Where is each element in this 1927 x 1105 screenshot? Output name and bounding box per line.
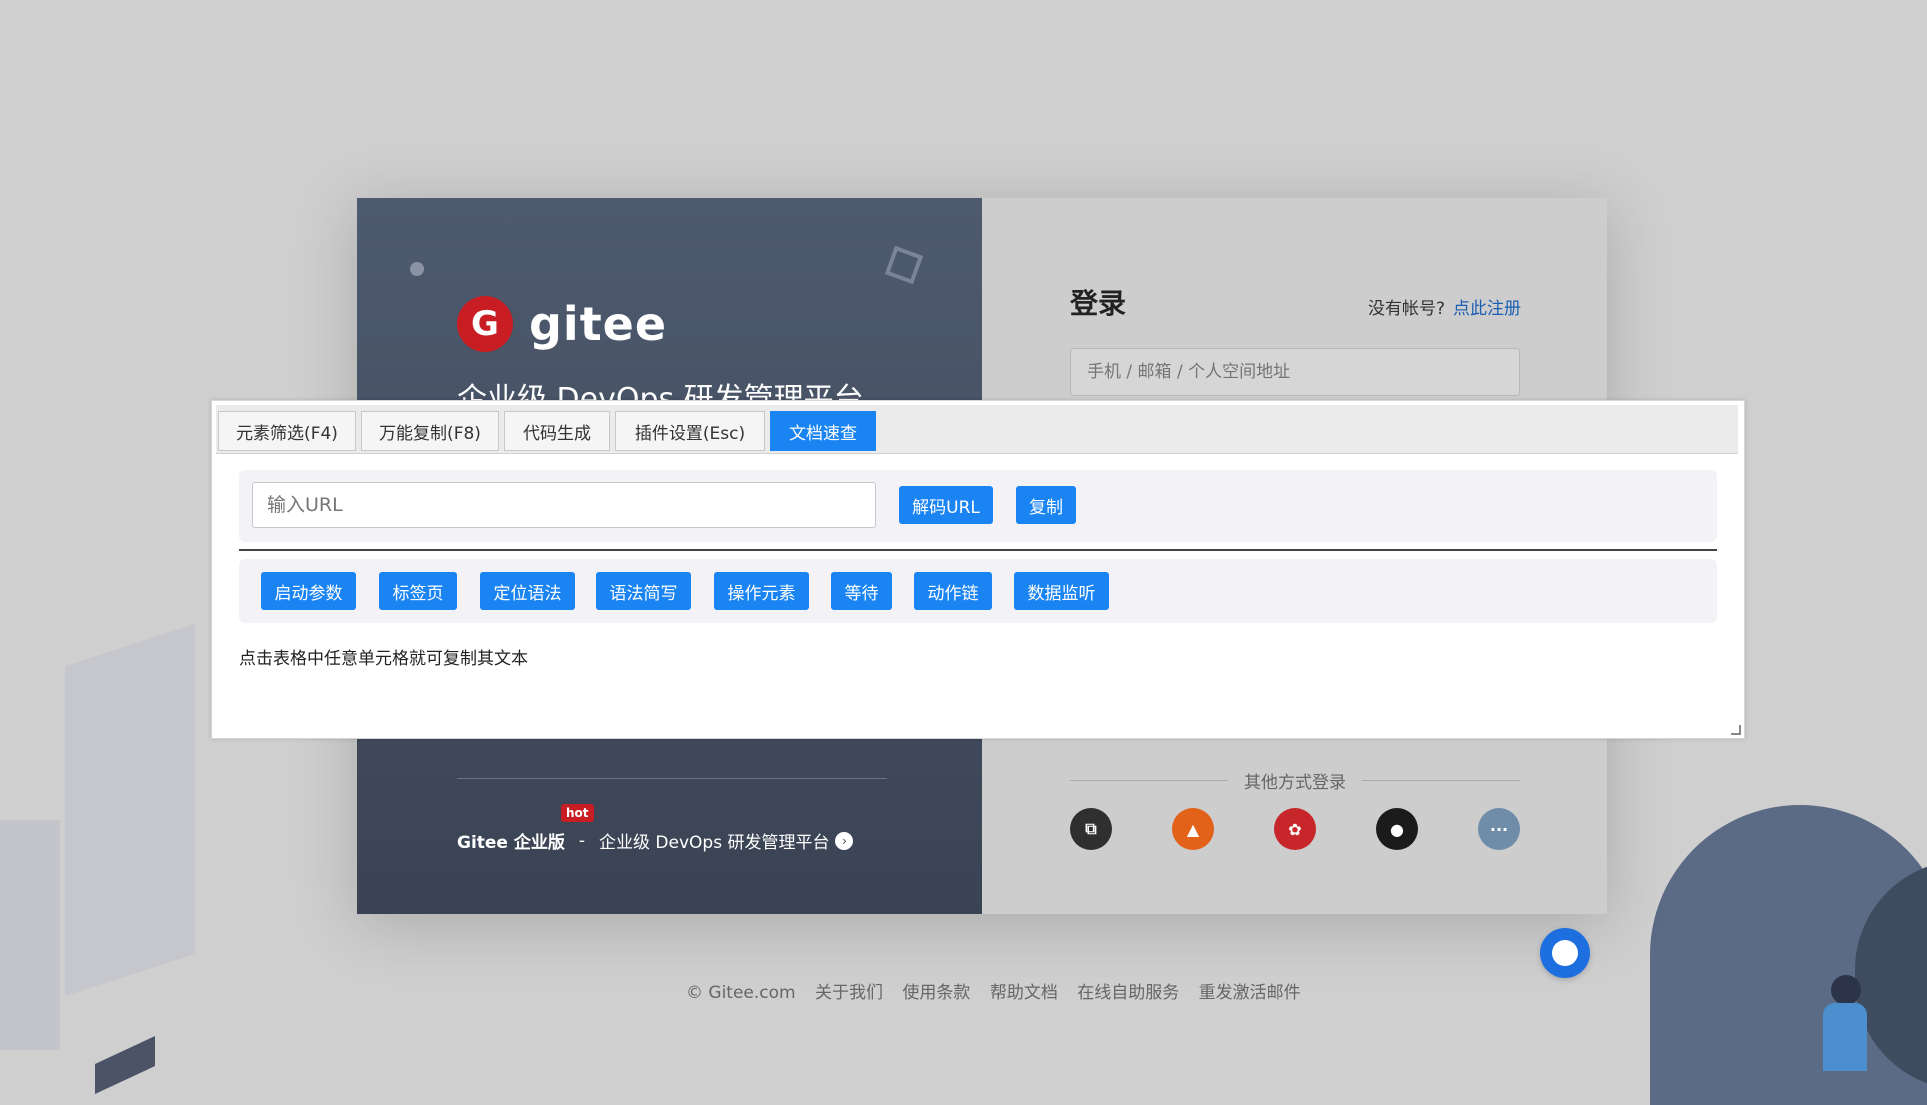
no-account-text: 没有帐号? [1367, 299, 1445, 319]
decorative-diamond [884, 245, 924, 285]
doc-button-action-chain[interactable]: 动作链 [914, 572, 992, 610]
doc-button-launch-args[interactable]: 启动参数 [261, 572, 356, 610]
enterprise-dash: - [578, 830, 586, 851]
gitee-logo-icon: G [457, 296, 513, 352]
copyright: © Gitee.com [686, 983, 796, 1003]
tab-plugin-settings[interactable]: 插件设置(Esc) [615, 411, 765, 451]
footer-link-terms[interactable]: 使用条款 [902, 983, 970, 1003]
resize-handle[interactable] [1731, 725, 1741, 735]
copy-hint: 点击表格中任意单元格就可复制其文本 [239, 649, 528, 669]
footer: © Gitee.com 关于我们 使用条款 帮助文档 在线自助服务 重发激活邮件 [686, 978, 1315, 1003]
other-login-divider: 其他方式登录 [1070, 768, 1520, 793]
tab-doc-lookup[interactable]: 文档速查 [770, 411, 876, 451]
doc-button-element-actions[interactable]: 操作元素 [714, 572, 809, 610]
tab-element-filter[interactable]: 元素筛选(F4) [218, 411, 356, 451]
register-link[interactable]: 点此注册 [1453, 299, 1521, 319]
divider [239, 549, 1717, 551]
footer-link-about[interactable]: 关于我们 [815, 983, 883, 1003]
other-login-label: 其他方式登录 [1244, 773, 1346, 793]
enterprise-link[interactable]: Gitee 企业版 hot - 企业级 DevOps 研发管理平台 › [457, 804, 854, 853]
url-decode-row: 解码URL 复制 [239, 470, 1717, 542]
logo-text: gitee [529, 297, 668, 351]
divider [457, 778, 887, 779]
doc-button-tabs[interactable]: 标签页 [379, 572, 457, 610]
tab-bar: 元素筛选(F4) 万能复制(F8) 代码生成 插件设置(Esc) 文档速查 [216, 405, 1738, 454]
doc-button-locator-syntax[interactable]: 定位语法 [480, 572, 575, 610]
doc-buttons-row: 启动参数 标签页 定位语法 语法简写 操作元素 等待 动作链 数据监听 [239, 559, 1717, 623]
hot-badge: hot [561, 804, 594, 822]
background-building [95, 1036, 155, 1094]
tab-universal-copy[interactable]: 万能复制(F8) [361, 411, 499, 451]
chevron-right-icon: › [835, 831, 854, 850]
footer-link-help[interactable]: 帮助文档 [990, 983, 1058, 1003]
social-login-row: ⧉ ▲ ✿ ● ··· [1070, 808, 1520, 850]
enterprise-brand: Gitee 企业版 [457, 833, 565, 853]
help-float-button[interactable] [1540, 928, 1590, 978]
gitee-logo[interactable]: G gitee [457, 296, 667, 352]
account-input[interactable] [1070, 348, 1520, 396]
huawei-icon[interactable]: ✿ [1274, 808, 1316, 850]
person-illustration [1815, 975, 1875, 1071]
register-prompt: 没有帐号? 点此注册 [1368, 294, 1521, 319]
doc-button-wait[interactable]: 等待 [831, 572, 892, 610]
decode-url-button[interactable]: 解码URL [899, 486, 993, 524]
tab-code-gen[interactable]: 代码生成 [504, 411, 610, 451]
decorative-dot [410, 262, 424, 276]
plugin-panel: 元素筛选(F4) 万能复制(F8) 代码生成 插件设置(Esc) 文档速查 解码… [211, 400, 1745, 739]
background-building [0, 820, 60, 1050]
chat-icon [1552, 940, 1578, 966]
login-title: 登录 [1070, 287, 1127, 320]
github-icon[interactable]: ● [1376, 808, 1418, 850]
footer-link-self-service[interactable]: 在线自助服务 [1077, 983, 1179, 1003]
background-building [65, 623, 195, 997]
enterprise-desc: 企业级 DevOps 研发管理平台 [599, 833, 830, 853]
doc-button-syntax-shorthand[interactable]: 语法简写 [596, 572, 691, 610]
more-icon[interactable]: ··· [1478, 808, 1520, 850]
code-ide-icon[interactable]: ⧉ [1070, 808, 1112, 850]
copy-button[interactable]: 复制 [1016, 486, 1076, 524]
footer-link-resend[interactable]: 重发激活邮件 [1199, 983, 1301, 1003]
url-input[interactable] [252, 482, 876, 528]
doc-button-data-listen[interactable]: 数据监听 [1014, 572, 1109, 610]
gitlab-icon[interactable]: ▲ [1172, 808, 1214, 850]
